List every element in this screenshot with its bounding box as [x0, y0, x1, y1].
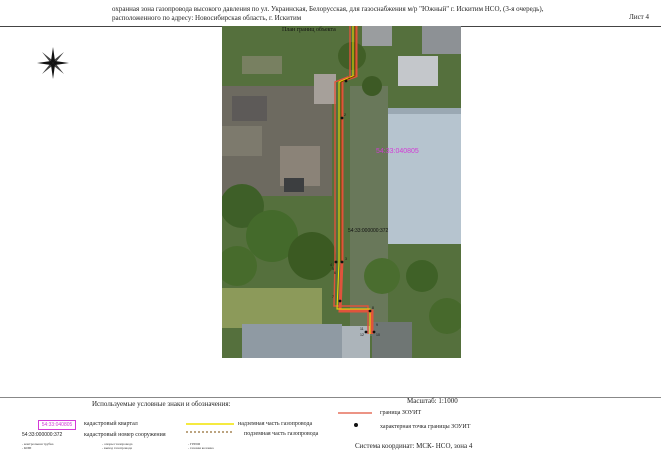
legend-under-text: подземная часть газопровода: [244, 431, 319, 437]
point-label-12: 12: [360, 333, 364, 337]
point-label-6: 6: [334, 271, 336, 275]
legend-small-1: - контрольная трубка - КИП: [22, 442, 54, 450]
aerial-map: 1 2 3 4 5 6 7 8 9 10 11 12: [222, 26, 461, 358]
point-label-10: 10: [376, 333, 380, 337]
point-label-1: 1: [348, 76, 350, 80]
characteristic-point-icon: [354, 423, 358, 427]
legend-line-samples: [186, 423, 234, 433]
cadastral-number-label: 54:33:000000:372: [348, 228, 389, 234]
cadastral-quarter-label: 54:33:040805: [376, 148, 419, 155]
title-line-2: расположенного по адресу: Новосибирская …: [112, 14, 302, 22]
point-label-3: 3: [345, 257, 347, 261]
title-line-1: охранная зона газопровода высокого давле…: [112, 5, 544, 13]
map-scale: Масштаб: 1:1000: [407, 397, 458, 405]
sheet-number: Лист 4: [629, 13, 649, 21]
legend-above-text: надземная часть газопровода: [238, 421, 313, 427]
point-label-11: 11: [360, 327, 364, 331]
legend-border-sample: [338, 412, 372, 414]
map-title: План границ объекта: [282, 27, 336, 33]
point-label-8: 8: [372, 306, 374, 310]
legend-quarter-text: кадастровый квартал: [84, 421, 138, 427]
legend-small-3: - ГРПШ - газовая колонка: [188, 442, 214, 450]
legend-point-text: характерная точка границы ЗОУИТ: [380, 424, 471, 430]
quarter-swatch: 54:33:040805: [38, 420, 76, 430]
legend-border-text: граница ЗОУИТ: [380, 410, 422, 416]
point-label-9: 9: [376, 323, 378, 327]
cad-swatch: 54:33:000000:372: [22, 432, 63, 438]
legend-divider: [0, 397, 661, 398]
document-title: охранная зона газопровода высокого давле…: [112, 5, 592, 23]
point-label-7: 7: [332, 295, 334, 299]
legend-cad-text: кадастровый номер сооружения: [84, 432, 166, 438]
point-label-2: 2: [344, 113, 346, 117]
legend-title: Используемые условные знаки и обозначени…: [92, 400, 231, 408]
legend-small-2: - опоры газопровода - выход газопровода: [102, 442, 133, 450]
coordinate-system: Система координат: МСК- НСО, зона 4: [355, 442, 473, 450]
north-arrow-icon: [37, 47, 69, 79]
map-frame: 1 2 3 4 5 6 7 8 9 10 11 12 План границ о…: [222, 26, 461, 358]
document-header: охранная зона газопровода высокого давле…: [0, 0, 661, 27]
